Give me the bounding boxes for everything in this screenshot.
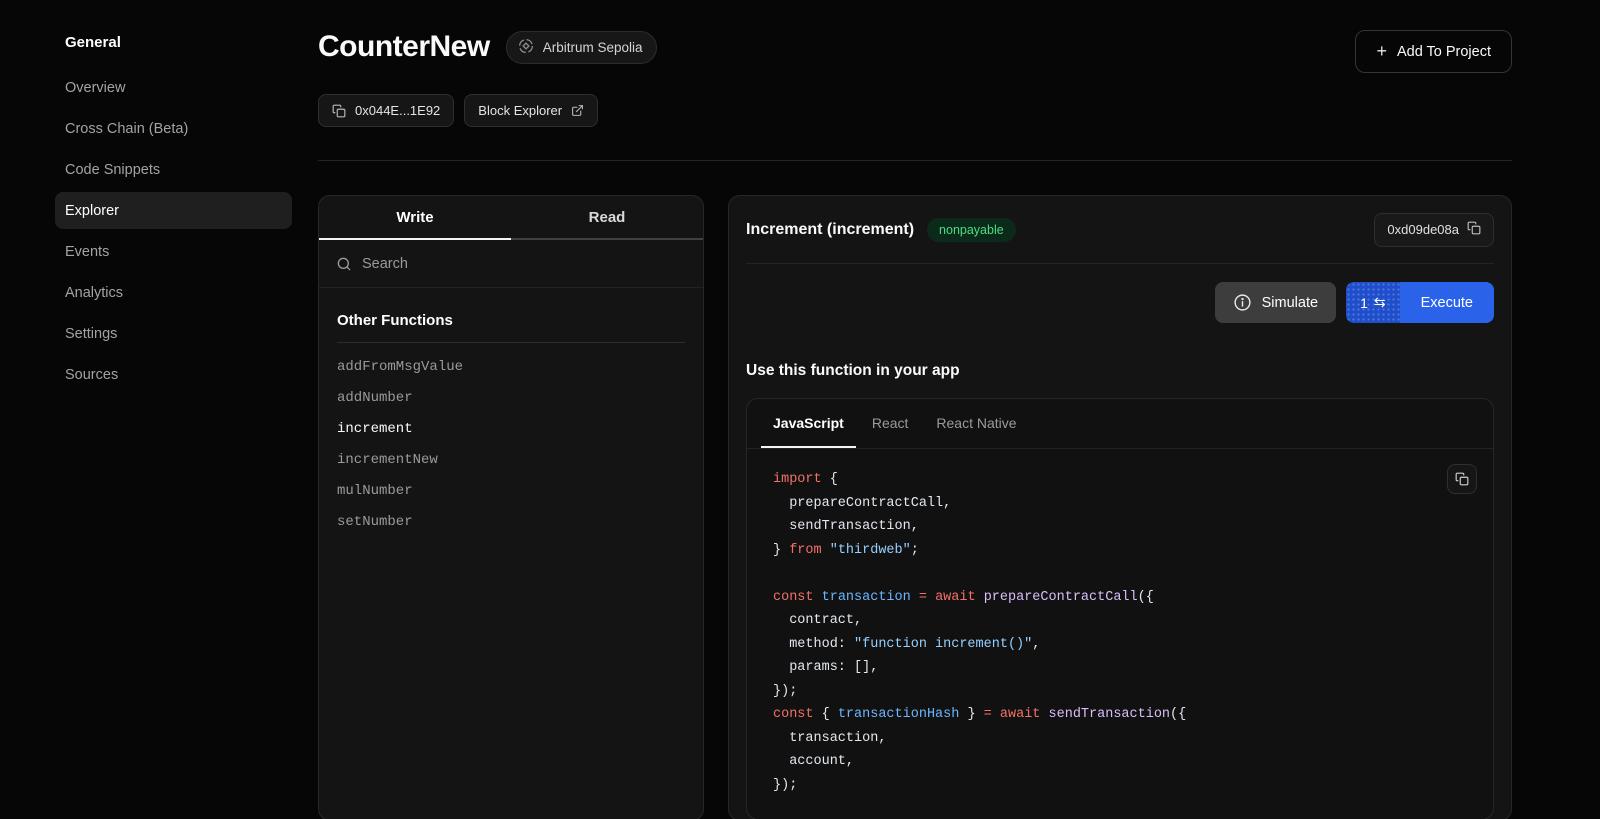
sidebar-item-label: Analytics (65, 285, 123, 301)
contract-header: CounterNew Arbitrum Sepolia + Add To Pro… (318, 30, 1512, 73)
tab-react-native-label: React Native (936, 415, 1016, 431)
sidebar-item-sources[interactable]: Sources (55, 356, 292, 393)
execute-split-button: 1 ⇆ Execute (1346, 282, 1494, 323)
sidebar-item-label: Overview (65, 80, 125, 96)
function-list: Other Functions addFromMsgValue addNumbe… (319, 288, 703, 553)
simulate-label: Simulate (1262, 295, 1318, 311)
tab-write[interactable]: Write (319, 196, 511, 240)
add-to-project-label: Add To Project (1397, 44, 1491, 60)
usage-section-title: Use this function in your app (746, 362, 1494, 380)
network-badge-label: Arbitrum Sepolia (543, 40, 643, 55)
sidebar: General Overview Cross Chain (Beta) Code… (0, 0, 316, 819)
function-item-mulNumber[interactable]: mulNumber (337, 475, 685, 506)
contract-address: 0x044E...1E92 (355, 103, 440, 118)
network-badge[interactable]: Arbitrum Sepolia (506, 31, 658, 64)
code-snippet-card: JavaScript React React Native import { p… (746, 398, 1494, 819)
function-search-input[interactable] (362, 256, 686, 272)
sidebar-item-cross-chain[interactable]: Cross Chain (Beta) (55, 110, 292, 147)
sidebar-item-label: Explorer (65, 203, 119, 219)
copy-icon (332, 104, 346, 118)
contract-address-row: 0x044E...1E92 Block Explorer (318, 94, 1512, 127)
external-link-icon (571, 104, 584, 117)
swap-icon: ⇆ (1374, 294, 1386, 311)
transaction-count-button[interactable]: 1 ⇆ (1346, 282, 1400, 323)
page-title: CounterNew (318, 30, 490, 64)
function-title: Increment (increment) (746, 221, 914, 239)
tab-react-label: React (872, 415, 909, 431)
function-detail-panel: Increment (increment) nonpayable 0xd09de… (728, 195, 1512, 819)
code-language-tabs: JavaScript React React Native (747, 399, 1493, 449)
sidebar-item-settings[interactable]: Settings (55, 315, 292, 352)
function-group-title: Other Functions (337, 304, 685, 343)
sidebar-item-label: Cross Chain (Beta) (65, 121, 188, 137)
sidebar-item-events[interactable]: Events (55, 233, 292, 270)
transaction-count: 1 (1360, 295, 1368, 311)
sidebar-item-overview[interactable]: Overview (55, 69, 292, 106)
copy-selector-button[interactable]: 0xd09de08a (1374, 213, 1494, 247)
sidebar-item-analytics[interactable]: Analytics (55, 274, 292, 311)
tab-javascript[interactable]: JavaScript (761, 399, 856, 448)
detail-divider (746, 263, 1494, 264)
tab-write-label: Write (396, 209, 433, 226)
add-to-project-button[interactable]: + Add To Project (1355, 30, 1512, 73)
tab-react[interactable]: React (860, 399, 921, 448)
header-divider (318, 160, 1512, 161)
function-item-addFromMsgValue[interactable]: addFromMsgValue (337, 351, 685, 382)
copy-icon (1467, 221, 1481, 238)
sidebar-item-label: Settings (65, 326, 117, 342)
simulate-button[interactable]: Simulate (1215, 282, 1336, 323)
function-search-row (319, 240, 703, 288)
code-body: import { prepareContractCall, sendTransa… (747, 449, 1493, 816)
tab-read-label: Read (589, 209, 626, 226)
copy-icon (1455, 472, 1469, 486)
copy-address-button[interactable]: 0x044E...1E92 (318, 94, 454, 127)
search-icon (336, 256, 352, 272)
function-detail-header: Increment (increment) nonpayable 0xd09de… (746, 196, 1494, 263)
sidebar-item-label: Code Snippets (65, 162, 160, 178)
tab-react-native[interactable]: React Native (924, 399, 1028, 448)
tab-javascript-label: JavaScript (773, 415, 844, 431)
plus-icon: + (1376, 41, 1387, 62)
block-explorer-label: Block Explorer (478, 103, 562, 118)
mutability-badge: nonpayable (927, 218, 1016, 242)
info-icon (1233, 293, 1252, 312)
sidebar-item-explorer[interactable]: Explorer (55, 192, 292, 229)
main-content: CounterNew Arbitrum Sepolia + Add To Pro… (316, 0, 1600, 819)
copy-code-button[interactable] (1447, 464, 1477, 494)
function-item-increment[interactable]: increment (337, 413, 685, 444)
network-chain-icon (517, 37, 535, 58)
execute-button[interactable]: Execute (1400, 282, 1494, 323)
action-buttons-row: Simulate 1 ⇆ Execute (746, 282, 1494, 323)
tab-read[interactable]: Read (511, 196, 703, 240)
code-content: import { prepareContractCall, sendTransa… (773, 468, 1467, 797)
write-read-tabs: Write Read (319, 196, 703, 240)
execute-label: Execute (1421, 295, 1473, 311)
function-item-incrementNew[interactable]: incrementNew (337, 444, 685, 475)
block-explorer-button[interactable]: Block Explorer (464, 94, 598, 127)
function-selector: 0xd09de08a (1387, 222, 1459, 237)
sidebar-item-code-snippets[interactable]: Code Snippets (55, 151, 292, 188)
function-item-setNumber[interactable]: setNumber (337, 506, 685, 537)
function-item-addNumber[interactable]: addNumber (337, 382, 685, 413)
sidebar-title: General (55, 34, 292, 51)
sidebar-item-label: Events (65, 244, 109, 260)
sidebar-item-label: Sources (65, 367, 118, 383)
functions-panel: Write Read Other Functions addFromMsgVal… (318, 195, 704, 819)
